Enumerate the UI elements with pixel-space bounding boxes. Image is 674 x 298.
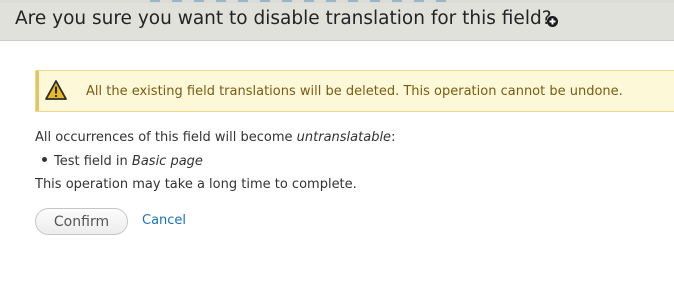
warning-message: All the existing field translations will… xyxy=(35,70,674,112)
background-page-strip xyxy=(0,0,674,3)
warning-icon xyxy=(45,80,67,100)
bullet-icon xyxy=(42,157,47,162)
list-item: Test field in Basic page xyxy=(42,154,203,169)
dialog-header: Are you sure you want to disable transla… xyxy=(0,0,674,41)
occurrences-suffix: : xyxy=(391,130,396,145)
occurrences-prefix: All occurrences of this field will becom… xyxy=(35,130,297,145)
list-item-text: Test field in xyxy=(54,154,132,169)
warning-accent-bar xyxy=(36,71,39,111)
occurrences-emphasis: untranslatable xyxy=(296,130,392,145)
list-item-bundle: Basic page xyxy=(131,154,203,169)
dialog-title: Are you sure you want to disable transla… xyxy=(15,8,552,29)
cancel-link[interactable]: Cancel xyxy=(142,213,186,228)
time-note: This operation may take a long time to c… xyxy=(35,177,357,192)
occurrences-description: All occurrences of this field will becom… xyxy=(35,130,395,145)
warning-text: All the existing field translations will… xyxy=(86,84,623,99)
close-icon[interactable] xyxy=(547,16,558,27)
confirm-button[interactable]: Confirm xyxy=(35,208,128,235)
